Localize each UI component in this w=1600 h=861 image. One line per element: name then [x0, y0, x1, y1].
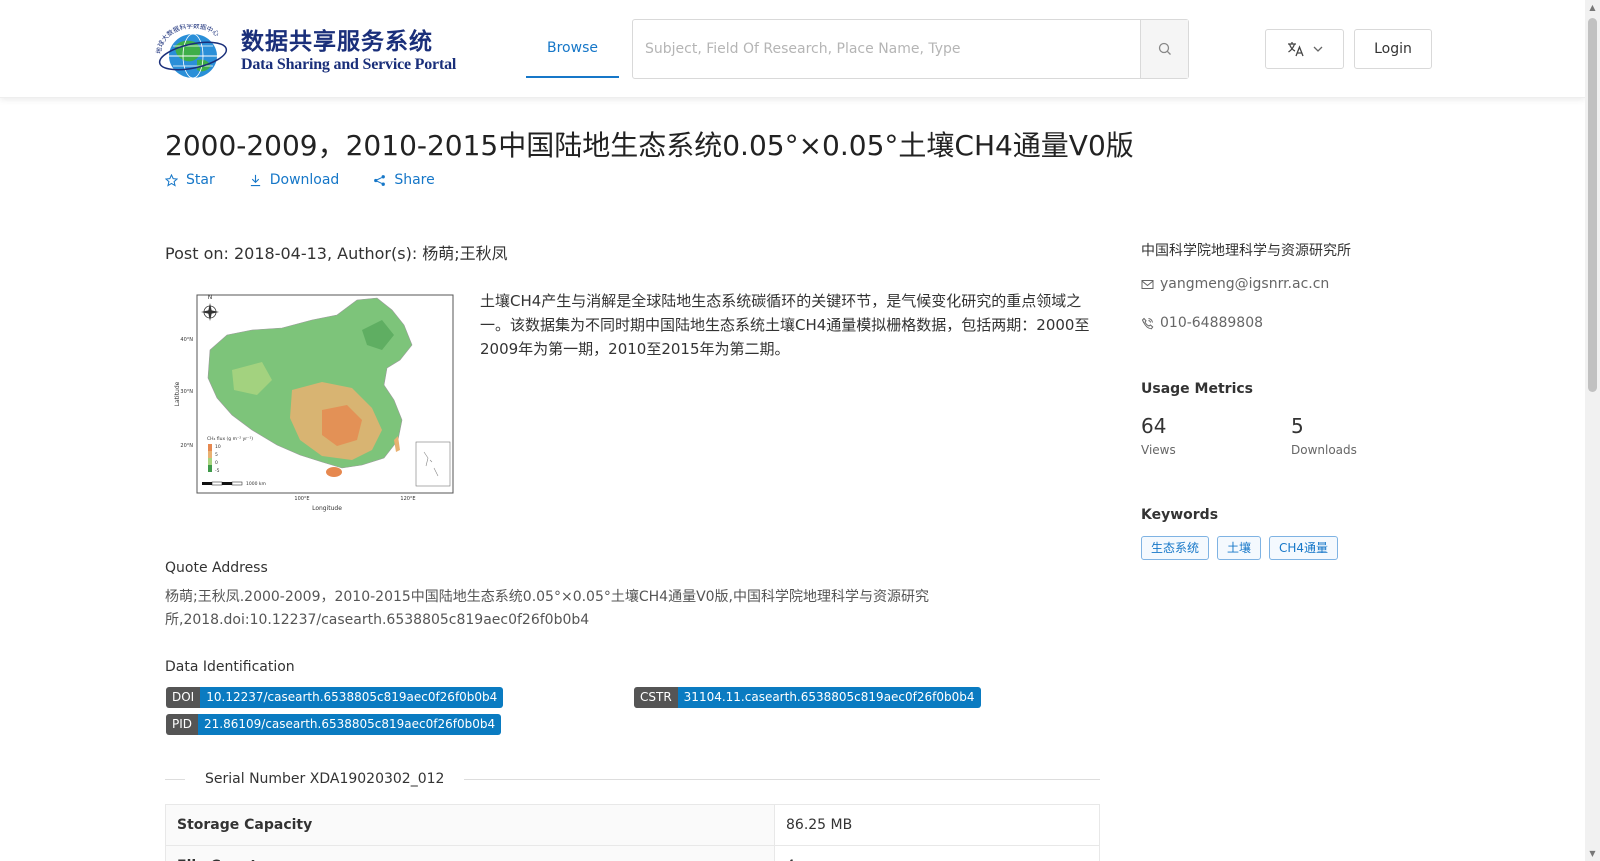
legend-value-10: 10: [215, 444, 221, 450]
downloads-label: Downloads: [1291, 443, 1357, 457]
doi-key: DOI: [166, 687, 201, 708]
map-legend-title: CH₄ flux (g m⁻² yr⁻¹): [207, 436, 253, 442]
table-value: 4: [774, 845, 1100, 861]
map-xlabel: Longitude: [312, 505, 342, 512]
download-label: Download: [269, 172, 340, 188]
doi-tag[interactable]: DOI 10.12237/casearth.6538805c819aec0f26…: [166, 687, 504, 708]
table-row: Storage Capacity 86.25 MB: [165, 804, 1100, 846]
legend-value-5: 5: [215, 452, 218, 458]
lat-tick-40: 40°N: [180, 337, 193, 343]
star-icon: [165, 173, 178, 187]
search-icon: [1158, 42, 1171, 55]
top-header: 地球大数据科学数据中心 数据共享服务系统 Data Sharing and Se…: [0, 0, 1585, 98]
lat-tick-20: 20°N: [180, 443, 193, 449]
share-button[interactable]: Share: [373, 172, 435, 188]
scroll-up-arrow-icon[interactable]: ▲: [1585, 0, 1600, 15]
table-row: File Count 4: [165, 845, 1100, 861]
share-icon: [374, 174, 386, 186]
keyword-tag[interactable]: CH4通量: [1269, 536, 1339, 560]
contact-email[interactable]: yangmeng@igsnrr.ac.cn: [1141, 276, 1329, 292]
dataset-abstract: 土壤CH4产生与消解是全球陆地生态系统碳循环的关键环节，是气候变化研究的重点领域…: [480, 292, 1090, 358]
cstr-tag[interactable]: CSTR 31104.11.casearth.6538805c819aec0f2…: [634, 687, 981, 708]
search-button[interactable]: [1140, 20, 1188, 78]
site-logo[interactable]: 地球大数据科学数据中心 数据共享服务系统 Data Sharing and Se…: [153, 18, 456, 80]
views-count: 64: [1141, 414, 1167, 438]
email-text: yangmeng@igsnrr.ac.cn: [1160, 276, 1330, 292]
logo-title-cn: 数据共享服务系统: [241, 29, 433, 55]
map-ylabel: Latitude: [174, 381, 181, 406]
usage-metrics-heading: Usage Metrics: [1141, 381, 1253, 397]
table-key: Storage Capacity: [165, 804, 775, 846]
logo-title-en: Data Sharing and Service Portal: [241, 56, 457, 73]
scroll-down-arrow-icon[interactable]: ▼: [1585, 846, 1600, 861]
globe-logo-icon: 地球大数据科学数据中心: [154, 24, 228, 79]
language-switcher[interactable]: [1265, 29, 1344, 69]
phone-text: 010-64889808: [1160, 315, 1264, 331]
pid-value: 21.86109/casearth.6538805c819aec0f26f0b0…: [198, 714, 502, 735]
star-label: Star: [186, 172, 215, 188]
lon-tick-120: 120°E: [400, 496, 415, 502]
star-button[interactable]: Star: [165, 172, 215, 188]
quote-address-text: 杨萌;王秋凤.2000-2009，2010-2015中国陆地生态系统0.05°×…: [165, 589, 930, 628]
lon-tick-100: 100°E: [294, 496, 309, 502]
cstr-value: 31104.11.casearth.6538805c819aec0f26f0b0…: [677, 687, 981, 708]
scale-label: 1000 km: [246, 481, 266, 487]
post-meta: Post on: 2018-04-13, Author(s): 杨萌;王秋凤: [165, 244, 508, 263]
search-input[interactable]: [633, 20, 1140, 78]
table-key: File Count: [165, 845, 775, 861]
cstr-key: CSTR: [634, 687, 678, 708]
legend-value-neg5: -5: [215, 468, 220, 474]
download-button[interactable]: Download: [249, 172, 340, 188]
quote-address-label: Quote Address: [165, 560, 268, 576]
serial-number-divider: Serial Number XDA19020302_012: [165, 769, 1100, 789]
phone-icon: [1141, 317, 1154, 329]
dataset-thumbnail-map[interactable]: N 40°N 30°N 20°N 100°E 120°E Latitude Lo…: [172, 290, 460, 516]
north-label: N: [208, 294, 213, 301]
login-button[interactable]: Login: [1354, 29, 1432, 69]
dataset-actions: Star Download Share: [165, 172, 435, 188]
chevron-down-icon: [1313, 46, 1322, 52]
keywords-heading: Keywords: [1141, 507, 1219, 523]
contact-phone: 010-64889808: [1141, 315, 1263, 331]
dataset-info-table: Storage Capacity 86.25 MB File Count 4: [165, 804, 1100, 861]
doi-value: 10.12237/casearth.6538805c819aec0f26f0b0…: [200, 687, 504, 708]
pid-key: PID: [166, 714, 199, 735]
table-value: 86.25 MB: [774, 804, 1100, 846]
legend-value-0: 0: [215, 460, 218, 466]
downloads-count: 5: [1291, 414, 1304, 438]
pid-tag[interactable]: PID 21.86109/casearth.6538805c819aec0f26…: [166, 714, 502, 735]
divider-line: [165, 778, 185, 780]
institution-name: 中国科学院地理科学与资源研究所: [1141, 243, 1351, 259]
share-label: Share: [394, 172, 435, 188]
views-label: Views: [1141, 443, 1176, 457]
data-identification-label: Data Identification: [165, 659, 295, 675]
nav-browse-tab[interactable]: Browse: [526, 0, 619, 78]
keyword-tag[interactable]: 生态系统: [1141, 536, 1210, 560]
serial-number: Serial Number XDA19020302_012: [205, 771, 445, 787]
scrollbar-thumb[interactable]: [1588, 18, 1597, 392]
page-title: 2000-2009，2010-2015中国陆地生态系统0.05°×0.05°土壤…: [165, 129, 1134, 162]
translate-icon: [1287, 42, 1304, 57]
download-icon: [250, 174, 260, 186]
lat-tick-30: 30°N: [180, 389, 193, 395]
divider-line: [464, 778, 1100, 780]
search-bar: [632, 19, 1189, 79]
keyword-tag[interactable]: 土壤: [1217, 536, 1262, 560]
mail-icon: [1141, 279, 1154, 289]
vertical-scrollbar[interactable]: ▲ ▼: [1585, 0, 1600, 861]
